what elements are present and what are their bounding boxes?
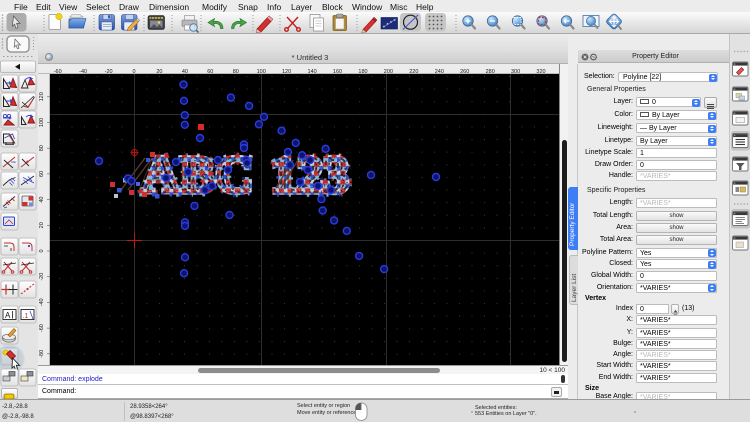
- svg-text:123: 123: [271, 147, 349, 204]
- svg-text:A: A: [5, 311, 11, 320]
- svg-text:-60: -60: [39, 324, 45, 332]
- svg-text:-20: -20: [39, 273, 45, 281]
- svg-text:60: 60: [39, 171, 45, 177]
- svg-text:.1: .1: [23, 313, 29, 320]
- svg-text:100: 100: [39, 118, 45, 127]
- svg-text:0: 0: [39, 249, 45, 252]
- svg-text:20: 20: [39, 222, 45, 228]
- svg-text:120: 120: [39, 92, 45, 101]
- svg-text:-40: -40: [39, 298, 45, 306]
- svg-text:-80: -80: [39, 350, 45, 358]
- svg-text:80: 80: [39, 145, 45, 151]
- svg-text:40: 40: [39, 197, 45, 203]
